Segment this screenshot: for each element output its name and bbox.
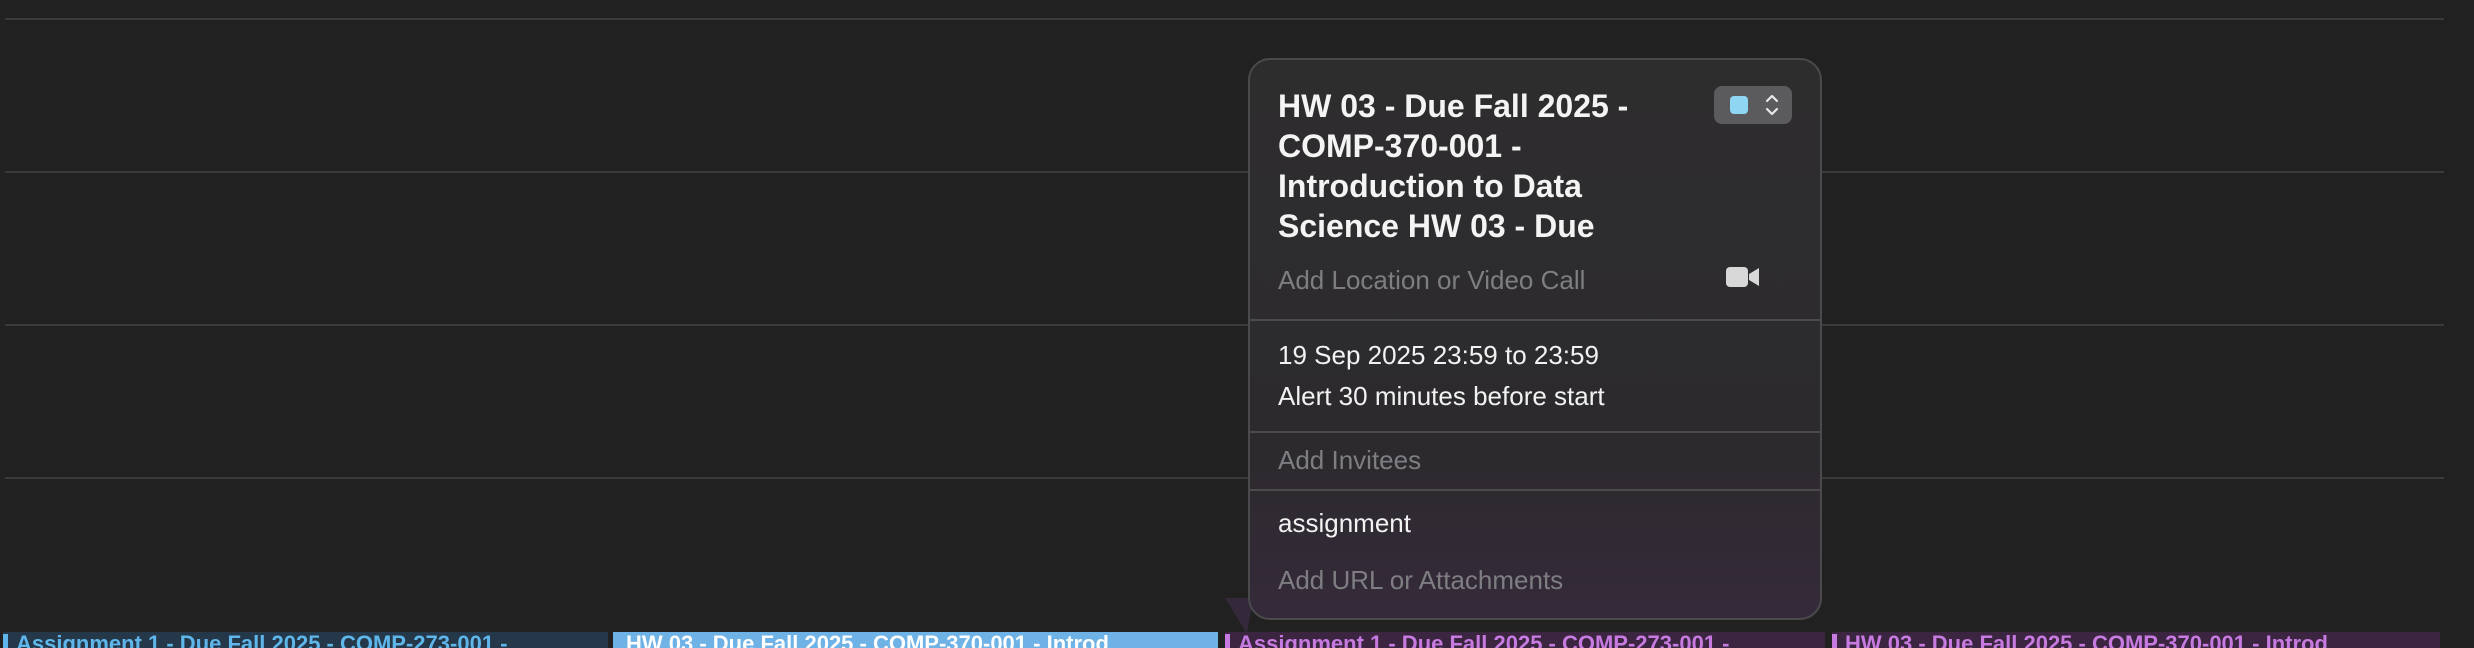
event-date-time[interactable]: 19 Sep 2025 23:59 to 23:59 bbox=[1278, 340, 1599, 371]
event-color-bar bbox=[1832, 634, 1837, 648]
event-label: Assignment 1 - Due Fall 2025 - COMP-273-… bbox=[16, 632, 508, 648]
calendar-color-swatch bbox=[1730, 96, 1748, 114]
event-label: HW 03 - Due Fall 2025 - COMP-370-001 - I… bbox=[626, 632, 1109, 648]
event-detail-popover: HW 03 - Due Fall 2025 - COMP-370-001 - I… bbox=[1248, 58, 1822, 620]
invitees-input[interactable]: Add Invitees bbox=[1278, 445, 1421, 476]
event-assignment-1-comp-273[interactable]: Assignment 1 - Due Fall 2025 - COMP-273-… bbox=[3, 632, 608, 648]
grid-line bbox=[5, 477, 2444, 479]
grid-line bbox=[5, 18, 2444, 20]
event-color-bar bbox=[613, 634, 618, 648]
calendar-color-picker[interactable] bbox=[1714, 86, 1792, 124]
video-camera-icon[interactable] bbox=[1726, 266, 1760, 288]
calendar-name[interactable]: assignment bbox=[1278, 508, 1411, 539]
url-attachments-input[interactable]: Add URL or Attachments bbox=[1278, 565, 1563, 596]
divider bbox=[1250, 319, 1820, 321]
event-hw-03-comp-370-purple[interactable]: HW 03 - Due Fall 2025 - COMP-370-001 - I… bbox=[1832, 632, 2440, 648]
chevron-up-down-icon bbox=[1765, 94, 1779, 116]
event-color-bar bbox=[3, 634, 8, 648]
event-label: HW 03 - Due Fall 2025 - COMP-370-001 - I… bbox=[1845, 632, 2328, 648]
event-color-bar bbox=[1225, 634, 1230, 648]
event-label: Assignment 1 - Due Fall 2025 - COMP-273-… bbox=[1238, 632, 1730, 648]
location-input[interactable]: Add Location or Video Call bbox=[1278, 265, 1585, 296]
event-assignment-1-comp-273-purple[interactable]: Assignment 1 - Due Fall 2025 - COMP-273-… bbox=[1225, 632, 1825, 648]
grid-line bbox=[5, 171, 2444, 173]
divider bbox=[1250, 431, 1820, 433]
grid-line bbox=[5, 324, 2444, 326]
event-title[interactable]: HW 03 - Due Fall 2025 - COMP-370-001 - I… bbox=[1278, 86, 1698, 246]
event-alert[interactable]: Alert 30 minutes before start bbox=[1278, 381, 1605, 412]
divider bbox=[1250, 489, 1820, 491]
event-hw-03-comp-370-selected[interactable]: HW 03 - Due Fall 2025 - COMP-370-001 - I… bbox=[613, 632, 1218, 648]
